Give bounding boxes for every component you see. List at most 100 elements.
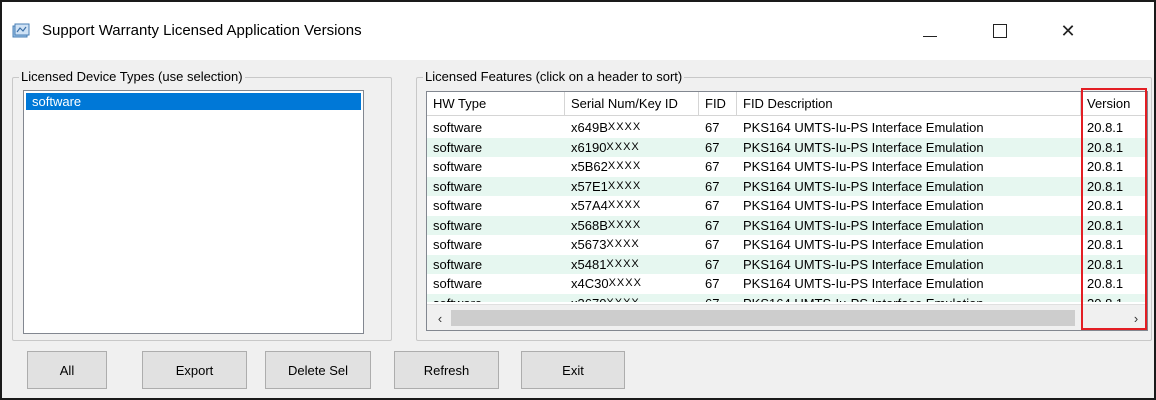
window-title: Support Warranty Licensed Application Ve… (42, 22, 362, 39)
serial-prefix: x568B (571, 217, 608, 233)
serial-prefix: x649B (571, 120, 608, 135)
column-header-hw-type[interactable]: HW Type (427, 92, 565, 116)
serial-mask: XXXX (607, 121, 642, 133)
cell-version: 20.8.1 (1087, 276, 1124, 291)
column-header-serial[interactable]: Serial Num/Key ID (565, 92, 699, 116)
table-header: HW Type Serial Num/Key ID FID FID Descri… (427, 92, 1147, 116)
delete-sel-button[interactable]: Delete Sel (265, 351, 371, 389)
device-types-label: Licensed Device Types (use selection) (19, 69, 245, 84)
cell-hw-type: software (433, 217, 483, 233)
cell-fid: 67 (705, 198, 720, 213)
minimize-icon (923, 35, 937, 37)
all-button[interactable]: All (27, 351, 107, 389)
cell-version: 20.8.1 (1087, 139, 1124, 155)
serial-mask: XXXX (608, 277, 642, 289)
serial-prefix: x3670 (571, 296, 606, 303)
table-row[interactable]: software x4C30XXXX 67 PKS164 UMTS-Iu-PS Int… (427, 274, 1147, 294)
scroll-left-button[interactable]: ‹ (429, 308, 451, 328)
cell-fid: 67 (705, 276, 720, 291)
cell-fid-description: PKS164 UMTS-Iu-PS Interface Emulation (743, 217, 984, 233)
serial-prefix: x5481 (571, 256, 607, 272)
close-button[interactable]: ✕ (1045, 14, 1091, 48)
column-header-fid[interactable]: FID (699, 92, 737, 116)
app-window: Support Warranty Licensed Application Ve… (0, 0, 1156, 400)
cell-fid-description: PKS164 UMTS-Iu-PS Interface Emulation (743, 276, 984, 291)
cell-hw-type: software (433, 120, 483, 135)
cell-fid: 67 (705, 217, 720, 233)
cell-version: 20.8.1 (1087, 256, 1124, 272)
cell-fid: 67 (705, 178, 720, 194)
serial-mask: XXXX (607, 199, 642, 211)
serial-mask: XXXX (606, 238, 640, 250)
device-types-list[interactable]: software (23, 90, 364, 334)
serial-mask: XXXX (606, 140, 640, 153)
column-header-version[interactable]: Version (1081, 92, 1147, 116)
device-type-item-software[interactable]: software (26, 93, 361, 110)
cell-fid-description: PKS164 UMTS-Iu-PS Interface Emulation (743, 139, 984, 155)
serial-prefix: x5B62 (571, 159, 608, 174)
cell-serial: x649BXXXX (565, 118, 699, 138)
serial-prefix: x4C30 (571, 276, 609, 291)
features-table[interactable]: HW Type Serial Num/Key ID FID FID Descri… (426, 91, 1148, 331)
maximize-button[interactable] (977, 14, 1023, 48)
cell-hw-type: software (427, 294, 565, 303)
cell-version: 20.8.1 (1087, 178, 1124, 194)
horizontal-scrollbar[interactable]: ‹ › (427, 304, 1147, 330)
scroll-right-button[interactable]: › (1125, 308, 1147, 328)
serial-mask: XXXX (607, 218, 642, 231)
cell-serial: x57E1XXXX (565, 177, 699, 197)
serial-mask: XXXX (607, 160, 642, 172)
exit-button[interactable]: Exit (521, 351, 625, 389)
scroll-thumb[interactable] (451, 310, 1075, 326)
cell-serial: x5B62XXXX (565, 157, 699, 177)
export-button[interactable]: Export (142, 351, 247, 389)
cell-version: 20.8.1 (1081, 294, 1147, 303)
table-row[interactable]: software x568BXXXX 67 PKS164 UMTS-Iu-PS Int… (427, 215, 1147, 236)
serial-prefix: x57A4 (571, 198, 608, 213)
cell-hw-type: software (433, 178, 483, 194)
cell-fid: 67 (705, 256, 720, 272)
table-row[interactable]: software x6190XXXX 67 PKS164 UMTS-Iu-PS Int… (427, 137, 1147, 158)
column-header-fid-description[interactable]: FID Description (737, 92, 1081, 116)
cell-version: 20.8.1 (1087, 198, 1124, 213)
cell-version: 20.8.1 (1087, 159, 1124, 174)
serial-mask: XXXX (606, 297, 639, 303)
table-row[interactable]: softwarex3670XXXX67PKS164 UMTS-Iu-PS Int… (427, 293, 1147, 303)
chevron-left-icon: ‹ (437, 310, 443, 326)
cell-hw-type: software (433, 198, 483, 213)
cell-serial: x4C30XXXX (565, 274, 699, 294)
table-body: software x649BXXXX 67 PKS164 UMTS-Iu-PS Int… (427, 118, 1147, 302)
table-row[interactable]: software x5481XXXX 67 PKS164 UMTS-Iu-PS Int… (427, 254, 1147, 274)
table-row[interactable]: software x57E1XXXX 67 PKS164 UMTS-Iu-PS Int… (427, 176, 1147, 197)
cell-fid-description: PKS164 UMTS-Iu-PS Interface Emulation (743, 159, 984, 174)
table-row[interactable]: software x649BXXXX 67 PKS164 UMTS-Iu-PS Int… (427, 118, 1147, 138)
cell-fid: 67 (705, 120, 720, 135)
cell-fid-description: PKS164 UMTS-Iu-PS Interface Emulation (743, 237, 984, 252)
serial-mask: XXXX (607, 179, 642, 192)
cell-fid-description: PKS164 UMTS-Iu-PS Interface Emulation (743, 198, 984, 213)
serial-prefix: x6190 (571, 139, 607, 155)
cell-version: 20.8.1 (1087, 237, 1124, 252)
chevron-right-icon: › (1133, 310, 1139, 326)
cell-serial: x6190XXXX (565, 138, 699, 158)
cell-hw-type: software (433, 159, 483, 174)
table-row[interactable]: software x5B62XXXX 67 PKS164 UMTS-Iu-PS Int… (427, 157, 1147, 177)
table-row[interactable]: software x5673XXXX 67 PKS164 UMTS-Iu-PS Int… (427, 235, 1147, 255)
cell-fid-description: PKS164 UMTS-Iu-PS Interface Emulation (743, 256, 984, 272)
features-label: Licensed Features (click on a header to … (423, 69, 685, 84)
close-icon: ✕ (1060, 20, 1076, 41)
cell-serial: x568BXXXX (565, 216, 699, 236)
maximize-icon (993, 24, 1007, 38)
refresh-button[interactable]: Refresh (394, 351, 499, 389)
table-row[interactable]: software x57A4XXXX 67 PKS164 UMTS-Iu-PS Int… (427, 196, 1147, 216)
cell-fid: 67 (699, 294, 737, 303)
cell-fid-description: PKS164 UMTS-Iu-PS Interface Emulation (743, 120, 984, 135)
cell-hw-type: software (433, 256, 483, 272)
cell-fid: 67 (705, 139, 720, 155)
cell-serial: x5673XXXX (565, 235, 699, 255)
cell-version: 20.8.1 (1087, 120, 1124, 135)
minimize-button[interactable] (907, 14, 953, 48)
cell-fid-description: PKS164 UMTS-Iu-PS Interface Emulation (743, 178, 984, 194)
cell-fid: 67 (705, 237, 720, 252)
cell-version: 20.8.1 (1087, 217, 1124, 233)
